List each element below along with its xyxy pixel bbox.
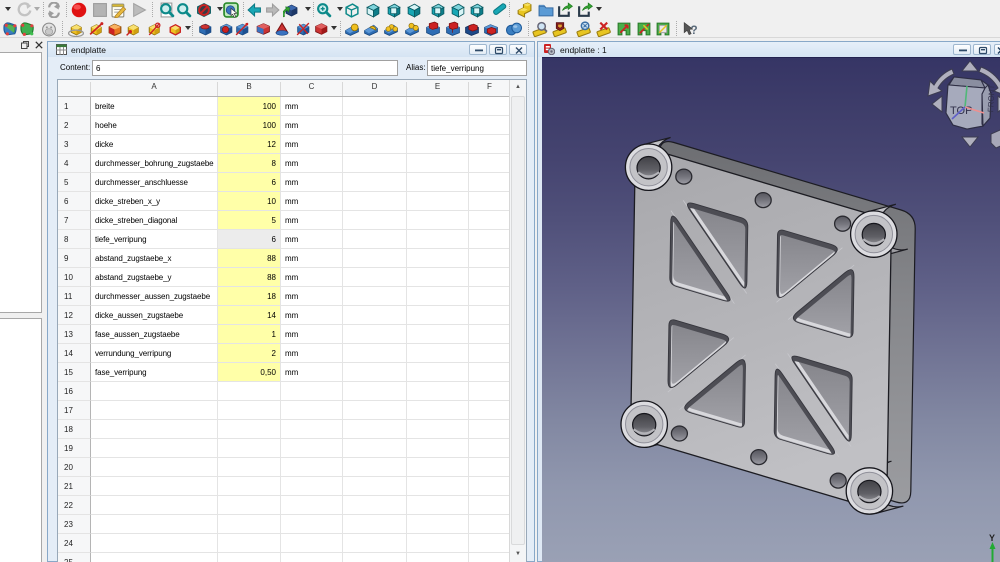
svg-text:Y: Y [989,533,995,543]
svg-text:FRONT: FRONT [986,84,996,112]
svg-text:?: ? [691,24,698,37]
